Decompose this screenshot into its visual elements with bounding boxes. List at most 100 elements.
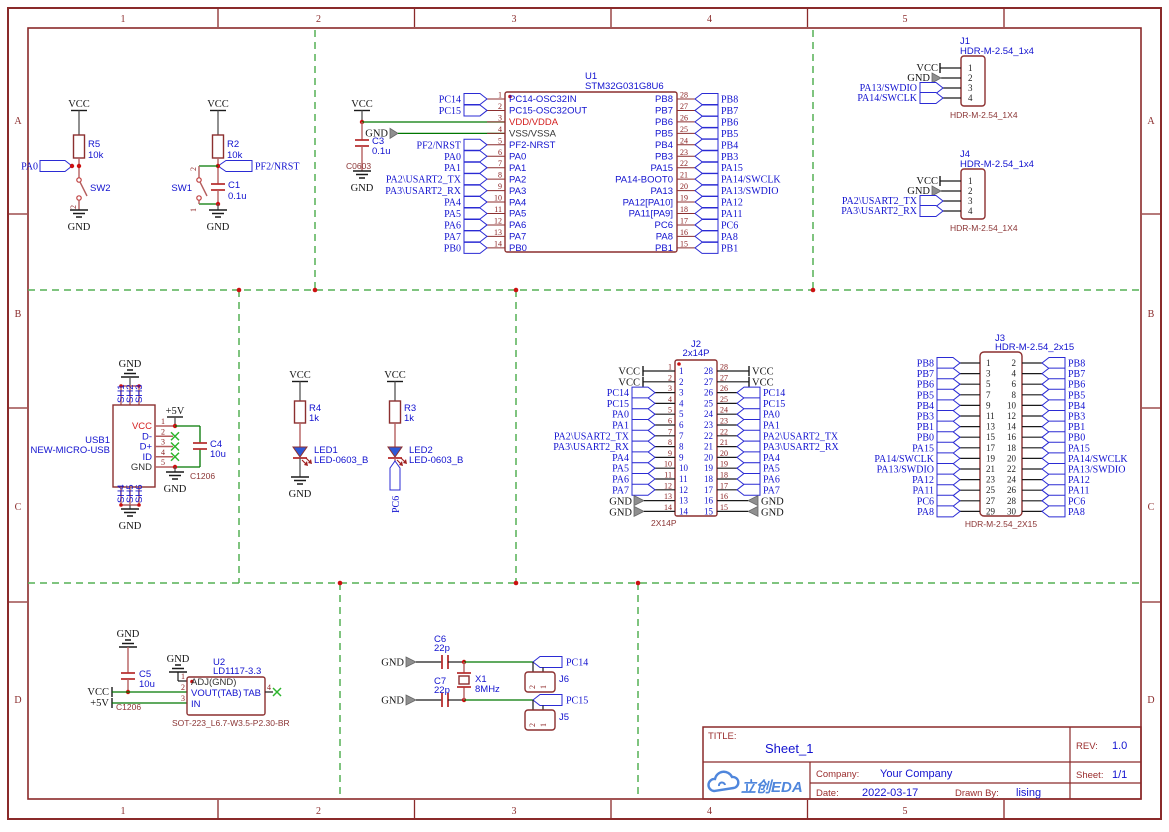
net-flag-left[interactable] [937,453,960,464]
schematic-canvas[interactable]: 12345 12345 ABCD ABCD VCC R5 [0,0,1169,827]
net-label[interactable]: PC6 [721,220,738,231]
net-label[interactable]: PC15 [607,399,629,410]
net-flag[interactable] [737,409,760,420]
net-flag[interactable] [695,151,718,162]
net-label-right[interactable]: PA12 [1068,475,1090,486]
led1-symbol[interactable] [293,447,312,466]
net-flag[interactable] [920,83,943,94]
j2-left-power-pins[interactable]: VCC 1 1 VCC 2 2 [618,363,683,389]
gnd-label[interactable]: GND [164,484,187,495]
net-label[interactable]: PB8 [721,95,738,106]
net-label[interactable]: PA6 [612,475,629,486]
net-label[interactable]: PA7 [763,485,780,496]
pin-wires[interactable] [940,68,961,98]
net-flag-right[interactable] [1042,485,1065,496]
vcc-power-label[interactable]: VCC [351,99,373,110]
title-value[interactable]: Sheet_1 [765,741,813,756]
net-flag[interactable] [695,139,718,150]
resistor-r4-body[interactable] [295,401,306,423]
vcc-power-label[interactable]: VCC [384,370,406,381]
footprint-label[interactable]: C1206 [190,471,215,481]
jumper-ref[interactable]: J5 [559,712,569,723]
net-flag[interactable] [632,398,655,409]
sw2-circuit[interactable]: VCC R5 10k PA0 SW2 2 GND [21,99,110,233]
capacitor-c7[interactable]: C7 22p [434,676,450,707]
net-label[interactable]: PA13/SWDIO [721,186,778,197]
net-flag[interactable] [464,219,487,230]
led2-symbol[interactable] [388,447,407,466]
capacitor-value[interactable]: 22p [434,643,450,654]
net-label[interactable]: PA4 [763,453,780,464]
resistor-value[interactable]: 1k [404,413,414,424]
footprint-label[interactable]: C0603 [346,161,371,171]
net-label-left[interactable]: PB6 [917,380,934,391]
net-flag[interactable] [632,463,655,474]
net-flag-pc14[interactable] [533,657,562,668]
gnd-label[interactable]: GND [207,222,230,233]
net-flag[interactable] [695,116,718,127]
gnd-label[interactable]: GND [761,507,784,518]
capacitor-value[interactable]: 10u [139,679,155,690]
net-flag-left[interactable] [937,400,960,411]
net-label-left[interactable]: PB5 [917,390,934,401]
crystal-circuit[interactable]: GND C6 22p GND C7 22p X1 8MHz PC14 [381,634,588,730]
net-flag-pf2-nrst[interactable] [218,161,252,172]
net-flag-right[interactable] [1042,474,1065,485]
net-label-left[interactable]: PA12 [912,475,934,486]
net-flag-pa0[interactable] [40,161,72,172]
header-body[interactable] [961,169,985,219]
jumper-ref[interactable]: J6 [559,674,569,685]
net-label[interactable]: PA3\USART2_RX [841,206,917,217]
net-flag[interactable] [464,231,487,242]
net-label[interactable]: PB1 [721,243,738,254]
net-label-left[interactable]: PA15 [912,443,934,454]
net-label[interactable]: PC14 [607,388,629,399]
net-label-left[interactable]: PB1 [917,422,934,433]
net-flag[interactable] [464,174,487,185]
net-flag[interactable] [464,151,487,162]
header-body[interactable] [961,56,985,106]
net-flag[interactable] [695,174,718,185]
net-flag-right[interactable] [1042,400,1065,411]
gnd-label[interactable]: GND [381,658,404,669]
net-label-right[interactable]: PA11 [1068,486,1090,497]
net-flag-left[interactable] [937,474,960,485]
net-flag[interactable] [737,474,760,485]
capacitor-value[interactable]: 22p [434,685,450,696]
net-flag-left[interactable] [937,442,960,453]
net-flag-right[interactable] [1042,506,1065,517]
plus5v-label[interactable]: +5V [90,698,109,709]
component-value[interactable]: NEW-MICRO-USB [30,445,110,456]
net-label[interactable]: PA6 [763,475,780,486]
net-label-right[interactable]: PB6 [1068,380,1085,391]
gnd-symbol[interactable] [119,640,137,647]
sw1-circuit[interactable]: VCC R2 10k PF2/NRST SW1 2 1 C1 0.1u GND [171,99,299,233]
net-flag[interactable] [632,474,655,485]
net-label[interactable]: PB6 [721,117,738,128]
gnd-symbol[interactable]: GND [119,509,142,532]
footprint-label[interactable]: HDR-M-2.54_1X4 [950,110,1018,120]
switch-ref[interactable]: SW1 [171,183,192,194]
net-label[interactable]: PA12 [721,198,743,209]
net-flag[interactable] [737,420,760,431]
ldo-u2-circuit[interactable]: GND C5 10u VCC +5V C1206 GND U2 LD1117-3… [87,629,289,728]
net-flag[interactable] [737,463,760,474]
net-label[interactable]: PC14 [763,388,785,399]
net-flag[interactable] [737,430,760,441]
net-flag-left[interactable] [937,421,960,432]
net-label-right[interactable]: PA8 [1068,507,1085,518]
gnd-symbol[interactable]: GND [164,472,187,495]
resistor-ref[interactable]: R2 [227,139,239,150]
gnd-label[interactable]: GND [381,696,404,707]
net-flag[interactable] [920,196,943,207]
net-flag[interactable] [464,162,487,173]
net-flag[interactable] [695,242,718,253]
net-label[interactable]: PA7 [444,232,461,243]
gnd-label[interactable]: GND [117,629,140,640]
vcc-power-label[interactable]: VCC [68,99,90,110]
capacitor-c1[interactable]: C1 0.1u [211,180,247,202]
net-label-left[interactable]: PB0 [917,433,934,444]
net-label[interactable]: PB0 [444,243,461,254]
net-label-left[interactable]: PA13/SWDIO [877,465,934,476]
net-label-left[interactable]: PB4 [917,401,934,412]
